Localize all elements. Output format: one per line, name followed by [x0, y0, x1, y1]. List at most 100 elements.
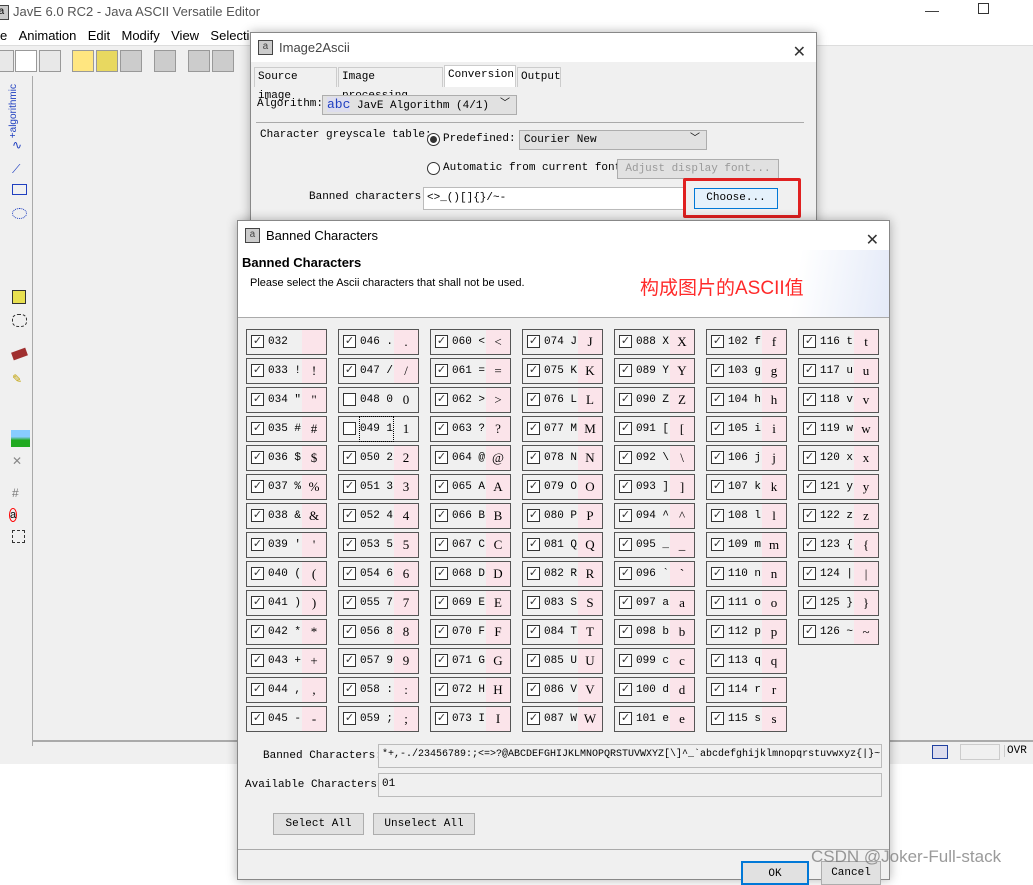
- char-cell-80[interactable]: ✓ 080 PP: [522, 503, 603, 529]
- checkbox[interactable]: ✓: [251, 596, 264, 609]
- char-cell-71[interactable]: ✓ 071 GG: [430, 648, 511, 674]
- char-cell-82[interactable]: ✓ 082 RR: [522, 561, 603, 587]
- unselect-all-button[interactable]: Unselect All: [373, 813, 475, 835]
- char-cell-102[interactable]: ✓ 102 ff: [706, 329, 787, 355]
- char-cell-62[interactable]: ✓ 062 > >: [430, 387, 511, 413]
- wand-icon[interactable]: [0, 50, 14, 72]
- checkbox[interactable]: ✓: [619, 422, 632, 435]
- checkbox[interactable]: ✓: [619, 538, 632, 551]
- char-cell-81[interactable]: ✓ 081 QQ: [522, 532, 603, 558]
- char-cell-99[interactable]: ✓ 099 cc: [614, 648, 695, 674]
- char-cell-47[interactable]: ✓ 047 //: [338, 358, 419, 384]
- tree-icon[interactable]: [72, 50, 94, 72]
- checkbox[interactable]: ✓: [251, 364, 264, 377]
- checkbox[interactable]: ✓: [251, 538, 264, 551]
- checkbox[interactable]: ✓: [527, 567, 540, 580]
- char-cell-54[interactable]: ✓ 054 66: [338, 561, 419, 587]
- char-cell-125[interactable]: ✓ 125 }}: [798, 590, 879, 616]
- checkbox[interactable]: ✓: [435, 538, 448, 551]
- banned-field[interactable]: *+,-./23456789:;<=>?@ABCDEFGHIJKLMNOPQRS…: [378, 744, 882, 768]
- font-select[interactable]: Courier New ﹀: [519, 130, 707, 150]
- char-cell-105[interactable]: ✓ 105 ii: [706, 416, 787, 442]
- char-cell-104[interactable]: ✓ 104 hh: [706, 387, 787, 413]
- char-cell-86[interactable]: ✓ 086 VV: [522, 677, 603, 703]
- checkbox[interactable]: ✓: [527, 509, 540, 522]
- checkbox[interactable]: ✓: [435, 625, 448, 638]
- checkbox[interactable]: ✓: [435, 567, 448, 580]
- checkbox[interactable]: ✓: [527, 480, 540, 493]
- checkbox[interactable]: [343, 422, 356, 435]
- adjust-display-font-button[interactable]: Adjust display font...: [617, 159, 779, 179]
- checkbox[interactable]: ✓: [527, 625, 540, 638]
- char-cell-46[interactable]: ✓ 046 ..: [338, 329, 419, 355]
- char-cell-43[interactable]: ✓ 043 + +: [246, 648, 327, 674]
- ok-button[interactable]: OK: [741, 861, 809, 885]
- rectangle-icon[interactable]: [12, 184, 27, 195]
- checkbox[interactable]: ✓: [619, 683, 632, 696]
- char-cell-49[interactable]: 049 11: [338, 416, 419, 442]
- char-cell-72[interactable]: ✓ 072 HH: [430, 677, 511, 703]
- checkbox[interactable]: ✓: [251, 625, 264, 638]
- checkbox[interactable]: ✓: [435, 480, 448, 493]
- choose-button[interactable]: Choose...: [694, 188, 778, 209]
- checkbox[interactable]: ✓: [343, 683, 356, 696]
- checkbox[interactable]: ✓: [435, 712, 448, 725]
- char-cell-126[interactable]: ✓ 126 ~ ~: [798, 619, 879, 645]
- char-cell-59[interactable]: ✓ 059 ;;: [338, 706, 419, 732]
- char-cell-113[interactable]: ✓ 113 qq: [706, 648, 787, 674]
- char-cell-40[interactable]: ✓ 040 ((: [246, 561, 327, 587]
- checkbox[interactable]: ✓: [527, 596, 540, 609]
- char-cell-42[interactable]: ✓ 042 * *: [246, 619, 327, 645]
- char-cell-84[interactable]: ✓ 084 TT: [522, 619, 603, 645]
- char-cell-78[interactable]: ✓ 078 NN: [522, 445, 603, 471]
- checkbox[interactable]: ✓: [619, 712, 632, 725]
- char-cell-123[interactable]: ✓ 123 {{: [798, 532, 879, 558]
- char-cell-119[interactable]: ✓ 119 ww: [798, 416, 879, 442]
- menu-view[interactable]: View: [171, 26, 199, 46]
- checkbox[interactable]: ✓: [619, 625, 632, 638]
- checkbox[interactable]: ✓: [711, 364, 724, 377]
- automatic-radio[interactable]: [427, 162, 440, 175]
- checkbox[interactable]: ✓: [711, 596, 724, 609]
- checkbox[interactable]: ✓: [435, 451, 448, 464]
- char-cell-95[interactable]: ✓ 095 _ _: [614, 532, 695, 558]
- checkbox[interactable]: ✓: [803, 422, 816, 435]
- image-icon[interactable]: [11, 430, 30, 447]
- checkbox[interactable]: ✓: [251, 683, 264, 696]
- char-cell-108[interactable]: ✓ 108 ll: [706, 503, 787, 529]
- line-icon[interactable]: ⟋: [12, 162, 20, 177]
- checkbox[interactable]: ✓: [343, 596, 356, 609]
- char-cell-57[interactable]: ✓ 057 99: [338, 648, 419, 674]
- minimize-icon[interactable]: —: [925, 2, 939, 18]
- char-cell-32[interactable]: ✓ 032: [246, 329, 327, 355]
- char-cell-85[interactable]: ✓ 085 UU: [522, 648, 603, 674]
- checkbox[interactable]: ✓: [711, 567, 724, 580]
- checkbox[interactable]: ✓: [619, 567, 632, 580]
- new-animation-icon[interactable]: [39, 50, 61, 72]
- checkbox[interactable]: ✓: [251, 509, 264, 522]
- char-cell-50[interactable]: ✓ 050 22: [338, 445, 419, 471]
- tab-conversion[interactable]: Conversion: [444, 65, 516, 87]
- char-cell-111[interactable]: ✓ 111 oo: [706, 590, 787, 616]
- predefined-radio[interactable]: [427, 133, 440, 146]
- checkbox[interactable]: ✓: [619, 393, 632, 406]
- char-cell-77[interactable]: ✓ 077 MM: [522, 416, 603, 442]
- checkbox[interactable]: ✓: [803, 625, 816, 638]
- lasso-icon[interactable]: [12, 314, 27, 327]
- char-cell-70[interactable]: ✓ 070 FF: [430, 619, 511, 645]
- checkbox[interactable]: ✓: [251, 422, 264, 435]
- crop-icon[interactable]: [12, 530, 25, 543]
- char-cell-48[interactable]: 048 00: [338, 387, 419, 413]
- checkbox[interactable]: ✓: [803, 393, 816, 406]
- checkbox[interactable]: ✓: [343, 712, 356, 725]
- char-cell-56[interactable]: ✓ 056 88: [338, 619, 419, 645]
- checkbox[interactable]: ✓: [435, 509, 448, 522]
- char-cell-90[interactable]: ✓ 090 ZZ: [614, 387, 695, 413]
- char-cell-83[interactable]: ✓ 083 SS: [522, 590, 603, 616]
- char-cell-124[interactable]: ✓ 124 | |: [798, 561, 879, 587]
- menu-edit[interactable]: Edit: [88, 26, 110, 46]
- banned-characters-input[interactable]: <>_()[]{}/~-: [423, 187, 685, 210]
- char-cell-55[interactable]: ✓ 055 77: [338, 590, 419, 616]
- checkbox[interactable]: ✓: [527, 422, 540, 435]
- menu-modify[interactable]: Modify: [121, 26, 159, 46]
